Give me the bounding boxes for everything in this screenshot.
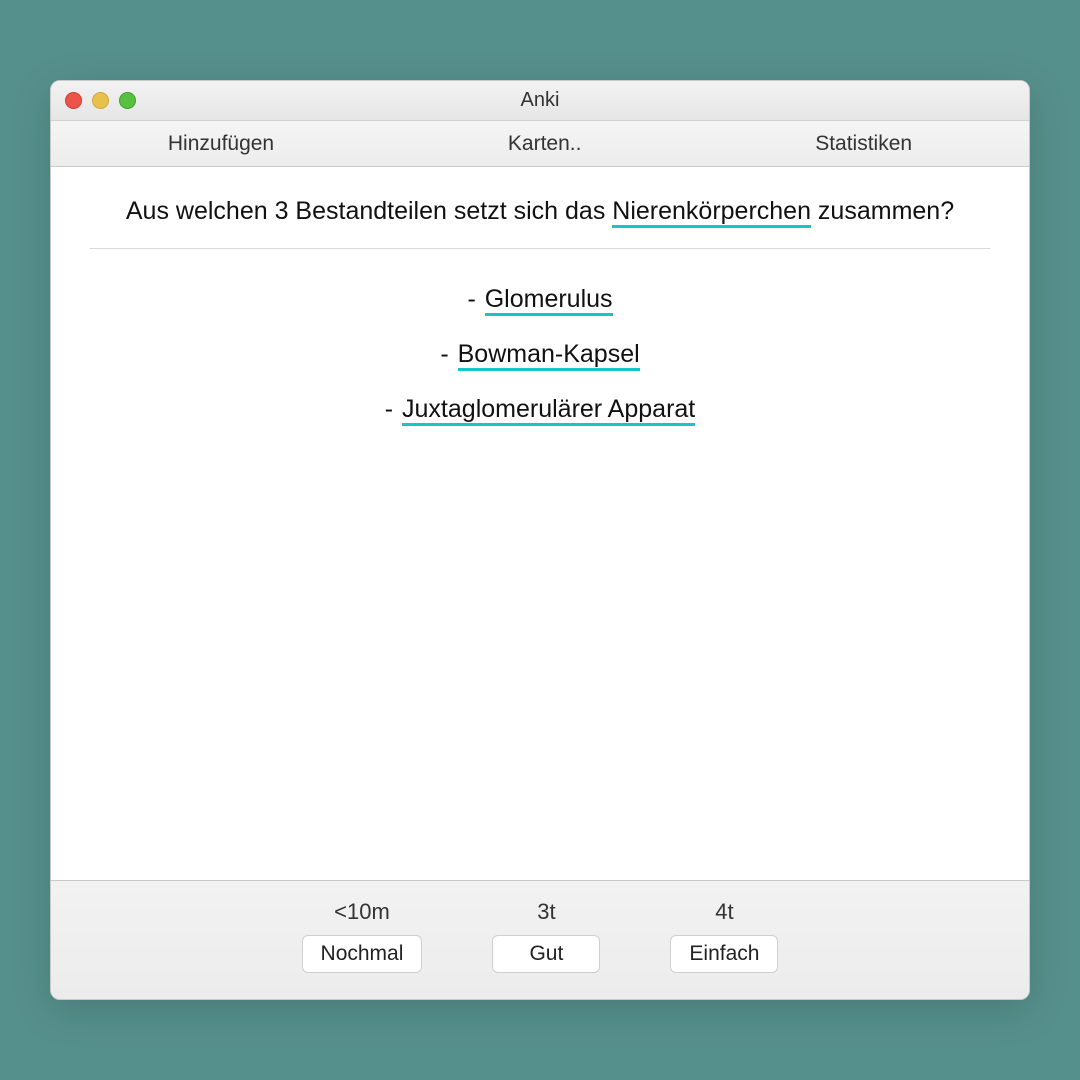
toolbar: Hinzufügen Karten.. Statistiken — [51, 121, 1029, 167]
answer-item: - Juxtaglomerulärer Apparat — [385, 397, 696, 422]
titlebar: Anki — [51, 81, 1029, 121]
toolbar-add[interactable]: Hinzufügen — [148, 128, 294, 160]
question-post: zusammen? — [811, 197, 954, 225]
maximize-icon[interactable] — [119, 92, 136, 109]
question-pre: Aus welchen 3 Bestandteilen setzt sich d… — [126, 197, 612, 225]
bullet-icon: - — [385, 397, 393, 422]
question-term: Nierenkörperchen — [612, 197, 811, 228]
good-button[interactable]: Gut — [492, 935, 600, 973]
rating-again: <10m Nochmal — [302, 899, 423, 973]
divider — [90, 248, 990, 249]
toolbar-stats[interactable]: Statistiken — [795, 128, 932, 160]
minimize-icon[interactable] — [92, 92, 109, 109]
answer-text: Juxtaglomerulärer Apparat — [402, 395, 695, 426]
interval-label: 4t — [715, 899, 733, 925]
easy-button[interactable]: Einfach — [670, 935, 778, 973]
rating-good: 3t Gut — [492, 899, 600, 973]
toolbar-cards[interactable]: Karten.. — [488, 128, 602, 160]
answer-text: Glomerulus — [485, 285, 613, 316]
again-button[interactable]: Nochmal — [302, 935, 423, 973]
window-title: Anki — [521, 89, 560, 112]
app-window: Anki Hinzufügen Karten.. Statistiken Aus… — [50, 80, 1030, 1000]
bullet-icon: - — [467, 287, 475, 312]
bullet-icon: - — [440, 342, 448, 367]
traffic-lights — [65, 92, 136, 109]
answer-bar: <10m Nochmal 3t Gut 4t Einfach — [51, 880, 1029, 999]
card-area: Aus welchen 3 Bestandteilen setzt sich d… — [51, 167, 1029, 880]
interval-label: 3t — [537, 899, 555, 925]
answers: - Glomerulus - Bowman-Kapsel - Juxtaglom… — [385, 287, 696, 452]
close-icon[interactable] — [65, 92, 82, 109]
answer-item: - Bowman-Kapsel — [385, 342, 696, 367]
interval-label: <10m — [334, 899, 390, 925]
answer-text: Bowman-Kapsel — [458, 340, 640, 371]
rating-easy: 4t Einfach — [670, 899, 778, 973]
question: Aus welchen 3 Bestandteilen setzt sich d… — [126, 197, 954, 226]
answer-item: - Glomerulus — [385, 287, 696, 312]
